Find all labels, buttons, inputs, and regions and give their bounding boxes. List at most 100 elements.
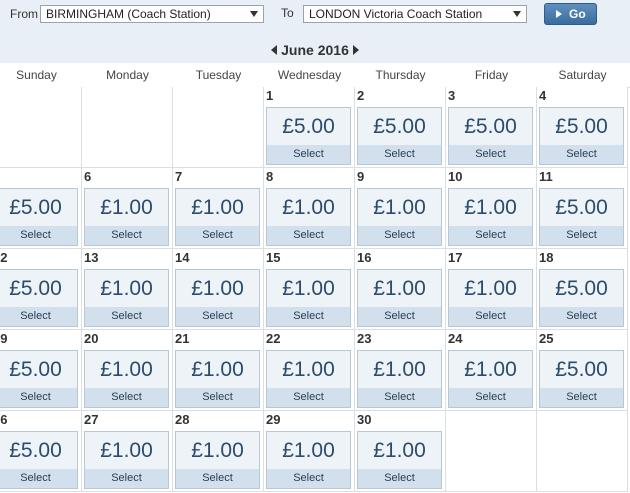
next-month-icon[interactable] — [352, 45, 359, 56]
select-fare-button[interactable]: Select — [267, 307, 350, 326]
calendar-grid: 1 £5.00 Select 2 £5.00 Select 3 £5.00 Select 4 £5.… — [0, 87, 630, 493]
fare-option[interactable]: £1.00 Select — [175, 188, 260, 246]
select-fare-button[interactable]: Select — [176, 226, 259, 245]
day-number: 4 — [539, 88, 547, 103]
fare-price: £1.00 — [464, 196, 517, 219]
fare-price: £5.00 — [555, 277, 608, 300]
select-fare-button[interactable]: Select — [0, 388, 77, 407]
fare-option[interactable]: £5.00 Select — [539, 269, 624, 327]
select-fare-button[interactable]: Select — [176, 388, 259, 407]
select-fare-button[interactable]: Select — [0, 469, 77, 488]
select-fare-button[interactable]: Select — [176, 307, 259, 326]
day-number: 14 — [175, 250, 190, 265]
fare-option[interactable]: £1.00 Select — [266, 269, 351, 327]
select-fare-button[interactable]: Select — [449, 307, 532, 326]
fare-option[interactable]: £5.00 Select — [0, 350, 78, 408]
calendar-day: 8 £1.00 Select — [264, 168, 355, 249]
calendar-day: 26£5.00 Select — [0, 411, 82, 492]
to-select[interactable]: LONDON Victoria Coach Station — [303, 5, 527, 23]
fare-option[interactable]: £1.00 Select — [266, 431, 351, 489]
fare-price: £5.00 — [9, 439, 62, 462]
fare-option[interactable]: £1.00 Select — [448, 350, 533, 408]
prev-month-icon[interactable] — [271, 45, 278, 56]
day-number: 18 — [539, 250, 554, 265]
from-select[interactable]: BIRMINGHAM (Coach Station) — [40, 5, 264, 23]
select-fare-button[interactable]: Select — [449, 145, 532, 164]
fare-option[interactable]: £1.00 Select — [84, 188, 169, 246]
fare-option[interactable]: £5.00 Select — [539, 350, 624, 408]
go-button[interactable]: Go — [544, 3, 597, 25]
select-fare-button[interactable]: Select — [358, 388, 441, 407]
select-fare-button[interactable]: Select — [0, 226, 77, 245]
select-fare-button[interactable]: Select — [358, 307, 441, 326]
fare-price: £5.00 — [555, 358, 608, 381]
calendar-day: 3 £5.00 Select — [446, 87, 537, 168]
fare-option[interactable]: £1.00 Select — [84, 350, 169, 408]
fare-option[interactable]: £1.00 Select — [357, 350, 442, 408]
fare-option[interactable]: £5.00 Select — [539, 107, 624, 165]
day-number: 10 — [448, 169, 463, 184]
select-fare-button[interactable]: Select — [540, 226, 623, 245]
day-name-wednesday: Wednesday — [277, 68, 342, 82]
fare-option[interactable]: £5.00 Select — [266, 107, 351, 165]
select-fare-button[interactable]: Select — [85, 226, 168, 245]
fare-option[interactable]: £1.00 Select — [357, 269, 442, 327]
calendar-day: 17 £1.00 Select — [446, 249, 537, 330]
select-fare-button[interactable]: Select — [85, 469, 168, 488]
day-number: 8 — [266, 169, 274, 184]
fare-price: £5.00 — [9, 277, 62, 300]
fare-option[interactable]: £5.00 Select — [357, 107, 442, 165]
fare-option[interactable]: £1.00 Select — [84, 431, 169, 489]
select-fare-button[interactable]: Select — [540, 145, 623, 164]
select-fare-button[interactable]: Select — [267, 469, 350, 488]
select-fare-button[interactable]: Select — [540, 307, 623, 326]
fare-price: £1.00 — [100, 277, 153, 300]
select-fare-button[interactable]: Select — [449, 226, 532, 245]
select-fare-button[interactable]: Select — [358, 469, 441, 488]
fare-option[interactable]: £1.00 Select — [357, 431, 442, 489]
day-names-row: Sunday Monday Tuesday Wednesday Thursday Frid… — [0, 63, 630, 88]
select-fare-button[interactable]: Select — [267, 145, 350, 164]
fare-price: £5.00 — [9, 196, 62, 219]
select-fare-button[interactable]: Select — [540, 388, 623, 407]
fare-option[interactable]: £1.00 Select — [448, 269, 533, 327]
select-fare-button[interactable]: Select — [267, 226, 350, 245]
fare-option[interactable]: £1.00 Select — [266, 188, 351, 246]
select-fare-button[interactable]: Select — [85, 307, 168, 326]
select-fare-button[interactable]: Select — [358, 226, 441, 245]
fare-option[interactable]: £1.00 Select — [357, 188, 442, 246]
day-number: 25 — [539, 331, 554, 346]
calendar-day: 20 £1.00 Select — [82, 330, 173, 411]
day-number: 23 — [357, 331, 372, 346]
fare-price: £1.00 — [282, 439, 335, 462]
fare-option[interactable]: £1.00 Select — [448, 188, 533, 246]
calendar-day: 6 £1.00 Select — [82, 168, 173, 249]
fare-option[interactable]: £1.00 Select — [266, 350, 351, 408]
calendar-day: 12£5.00 Select — [0, 249, 82, 330]
select-fare-button[interactable]: Select — [0, 307, 77, 326]
fare-price: £1.00 — [191, 358, 244, 381]
day-number: 21 — [175, 331, 190, 346]
fare-option[interactable]: £1.00 Select — [175, 350, 260, 408]
select-fare-button[interactable]: Select — [176, 469, 259, 488]
select-fare-button[interactable]: Select — [449, 388, 532, 407]
day-number: 28 — [175, 412, 190, 427]
fare-option[interactable]: £1.00 Select — [175, 269, 260, 327]
select-fare-button[interactable]: Select — [85, 388, 168, 407]
fare-option[interactable]: £5.00 Select — [448, 107, 533, 165]
select-fare-button[interactable]: Select — [358, 145, 441, 164]
fare-option[interactable]: £1.00 Select — [84, 269, 169, 327]
fare-price: £5.00 — [373, 115, 426, 138]
fare-option[interactable]: £5.00 Select — [0, 431, 78, 489]
calendar-day: 10 £1.00 Select — [446, 168, 537, 249]
calendar-day: 30 £1.00 Select — [355, 411, 446, 492]
day-number: 7 — [175, 169, 183, 184]
fare-option[interactable]: £5.00 Select — [0, 269, 78, 327]
select-fare-button[interactable]: Select — [267, 388, 350, 407]
empty-day-cell — [82, 87, 173, 168]
fare-option[interactable]: £5.00 Select — [0, 188, 78, 246]
fare-option[interactable]: £1.00 Select — [175, 431, 260, 489]
fare-option[interactable]: £5.00 Select — [539, 188, 624, 246]
day-name-monday: Monday — [106, 68, 149, 82]
calendar-day: 16 £1.00 Select — [355, 249, 446, 330]
